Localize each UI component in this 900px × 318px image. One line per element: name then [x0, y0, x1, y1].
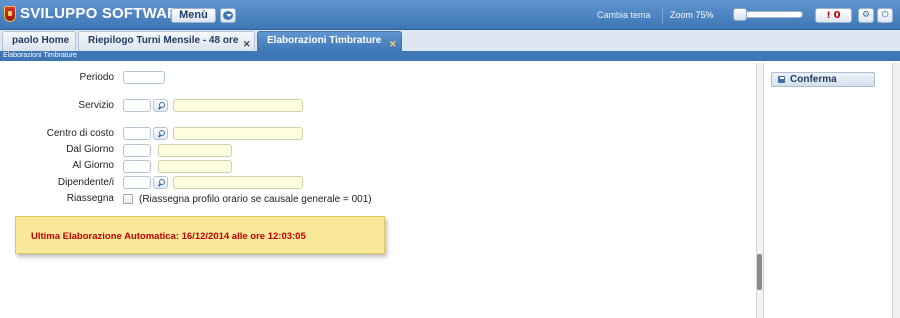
tab-elaborazioni-timbrature[interactable]: Elaborazioni Timbrature ✕ [257, 31, 402, 52]
last-processing-banner: Ultima Elaborazione Automatica: 16/12/20… [15, 216, 385, 254]
tab-label: Riepilogo Turni Mensile - 48 ore [88, 35, 239, 46]
periodo-field[interactable] [123, 71, 165, 84]
menu-button[interactable]: Menù [171, 8, 216, 23]
last-processing-text: Ultima Elaborazione Automatica: 16/12/20… [31, 231, 306, 242]
servizio-search-icon[interactable] [153, 99, 168, 112]
menu-dropdown-button[interactable] [220, 8, 236, 23]
tab-home[interactable]: paolo Home [2, 31, 76, 51]
dal-giorno-field[interactable] [123, 144, 151, 157]
al-giorno-label: Al Giorno [72, 160, 114, 171]
divider [662, 7, 663, 24]
top-bar: SVILUPPO SOFTWARE Menù Cambia tema Zoom … [0, 0, 900, 30]
tab-label: Elaborazioni Timbrature [267, 35, 382, 46]
zoom-label: Zoom 75% [670, 10, 714, 20]
save-icon [778, 76, 785, 83]
chevron-down-icon [226, 14, 232, 17]
alerts-button[interactable]: ! 0 [815, 8, 852, 23]
settings-button[interactable]: ⚙ [858, 8, 874, 23]
dal-giorno-description-field[interactable] [158, 144, 232, 157]
centro-costo-label: Centro di costo [46, 128, 114, 139]
dipendente-search-icon[interactable] [153, 176, 168, 189]
servizio-label: Servizio [78, 100, 114, 111]
confirm-button[interactable]: Conferma [771, 72, 875, 87]
dipendente-code-field[interactable] [123, 176, 151, 189]
dal-giorno-label: Dal Giorno [66, 144, 114, 155]
tab-bar: paolo Home Riepilogo Turni Mensile - 48 … [0, 30, 900, 52]
riassegna-checkbox[interactable] [123, 194, 133, 204]
al-giorno-description-field[interactable] [158, 160, 232, 173]
crest-icon [4, 6, 16, 22]
alert-icon: ! [826, 11, 831, 21]
power-button[interactable]: ⏻ [877, 8, 893, 23]
tab-label: paolo Home [12, 35, 70, 46]
app-title: SVILUPPO SOFTWARE [20, 5, 189, 22]
centro-costo-description-field[interactable] [173, 127, 303, 140]
alert-count: 0 [833, 10, 841, 21]
breadcrumb: Elaborazioni Timbrature [0, 51, 900, 61]
actions-panel [763, 63, 893, 318]
periodo-label: Periodo [79, 72, 114, 83]
centro-costo-search-icon[interactable] [153, 127, 168, 140]
scrollbar-thumb[interactable] [757, 254, 762, 290]
al-giorno-field[interactable] [123, 160, 151, 173]
panel-edge [893, 63, 900, 318]
riassegna-label: Riassegna [66, 193, 114, 204]
servizio-code-field[interactable] [123, 99, 151, 112]
servizio-description-field[interactable] [173, 99, 303, 112]
dipendente-description-field[interactable] [173, 176, 303, 189]
centro-costo-code-field[interactable] [123, 127, 151, 140]
power-icon: ⏻ [881, 10, 889, 20]
tab-riepilogo-turni[interactable]: Riepilogo Turni Mensile - 48 ore ✕ [78, 31, 255, 51]
change-theme-link[interactable]: Cambia tema [597, 10, 651, 20]
riassegna-note: (Riassegna profilo orario se causale gen… [139, 194, 372, 205]
zoom-slider-thumb[interactable] [733, 8, 747, 21]
gear-icon: ⚙ [861, 10, 871, 20]
dipendente-label: Dipendente/i [57, 177, 114, 188]
